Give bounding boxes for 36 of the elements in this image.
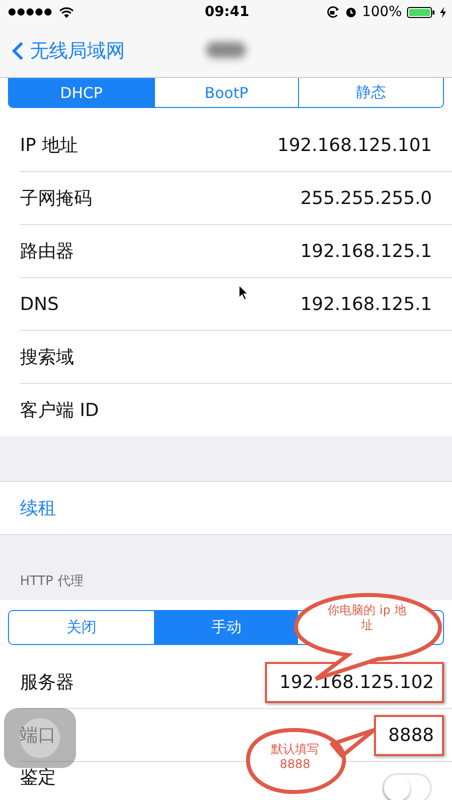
- back-chevron-icon: [12, 40, 24, 60]
- row-label: 客户端 ID: [20, 399, 99, 422]
- row-label: 搜索域: [20, 346, 74, 369]
- segment-tab[interactable]: 静态: [298, 78, 443, 107]
- section-header: HTTP 代理: [20, 573, 84, 590]
- callout-text: 默认填写 8888: [270, 742, 320, 772]
- row-label: 子网掩码: [20, 187, 92, 210]
- blurred-title: [206, 42, 246, 58]
- row-value: 255.255.255.0: [300, 188, 432, 208]
- row-value: 192.168.125.101: [277, 134, 432, 156]
- wifi-icon: [59, 6, 74, 18]
- row-label: 服务器: [20, 671, 74, 694]
- row-label: DNS: [20, 294, 59, 314]
- battery-percent: 100%: [362, 4, 402, 20]
- back-button[interactable]: 无线局域网: [0, 38, 125, 64]
- battery-icon: [406, 6, 435, 18]
- signal-icon: [8, 8, 54, 16]
- mouse-cursor-icon: [238, 284, 249, 301]
- segment-tab[interactable]: DHCP: [9, 78, 154, 107]
- row-label: 鉴定: [20, 766, 56, 789]
- row-value: 192.168.125.1: [300, 240, 432, 262]
- segment-tab[interactable]: 手动: [154, 611, 298, 644]
- callout-text: 你电脑的 ip 地址: [326, 603, 408, 633]
- toggle-switch[interactable]: [382, 773, 432, 800]
- row-label: 路由器: [20, 240, 74, 263]
- field-value[interactable]: 192.168.125.102: [279, 672, 434, 692]
- renew-link[interactable]: 续租: [20, 496, 56, 520]
- rotation-lock-icon: [326, 6, 340, 18]
- row-label: IP 地址: [20, 134, 78, 157]
- row-value: 192.168.125.1: [300, 294, 432, 314]
- field-value[interactable]: 8888: [388, 724, 434, 746]
- status-time: 09:41: [204, 4, 250, 20]
- alarm-icon: [344, 6, 357, 18]
- assistive-touch-button[interactable]: [4, 708, 76, 768]
- row-label: 端口: [20, 724, 56, 747]
- charging-icon: [440, 6, 446, 18]
